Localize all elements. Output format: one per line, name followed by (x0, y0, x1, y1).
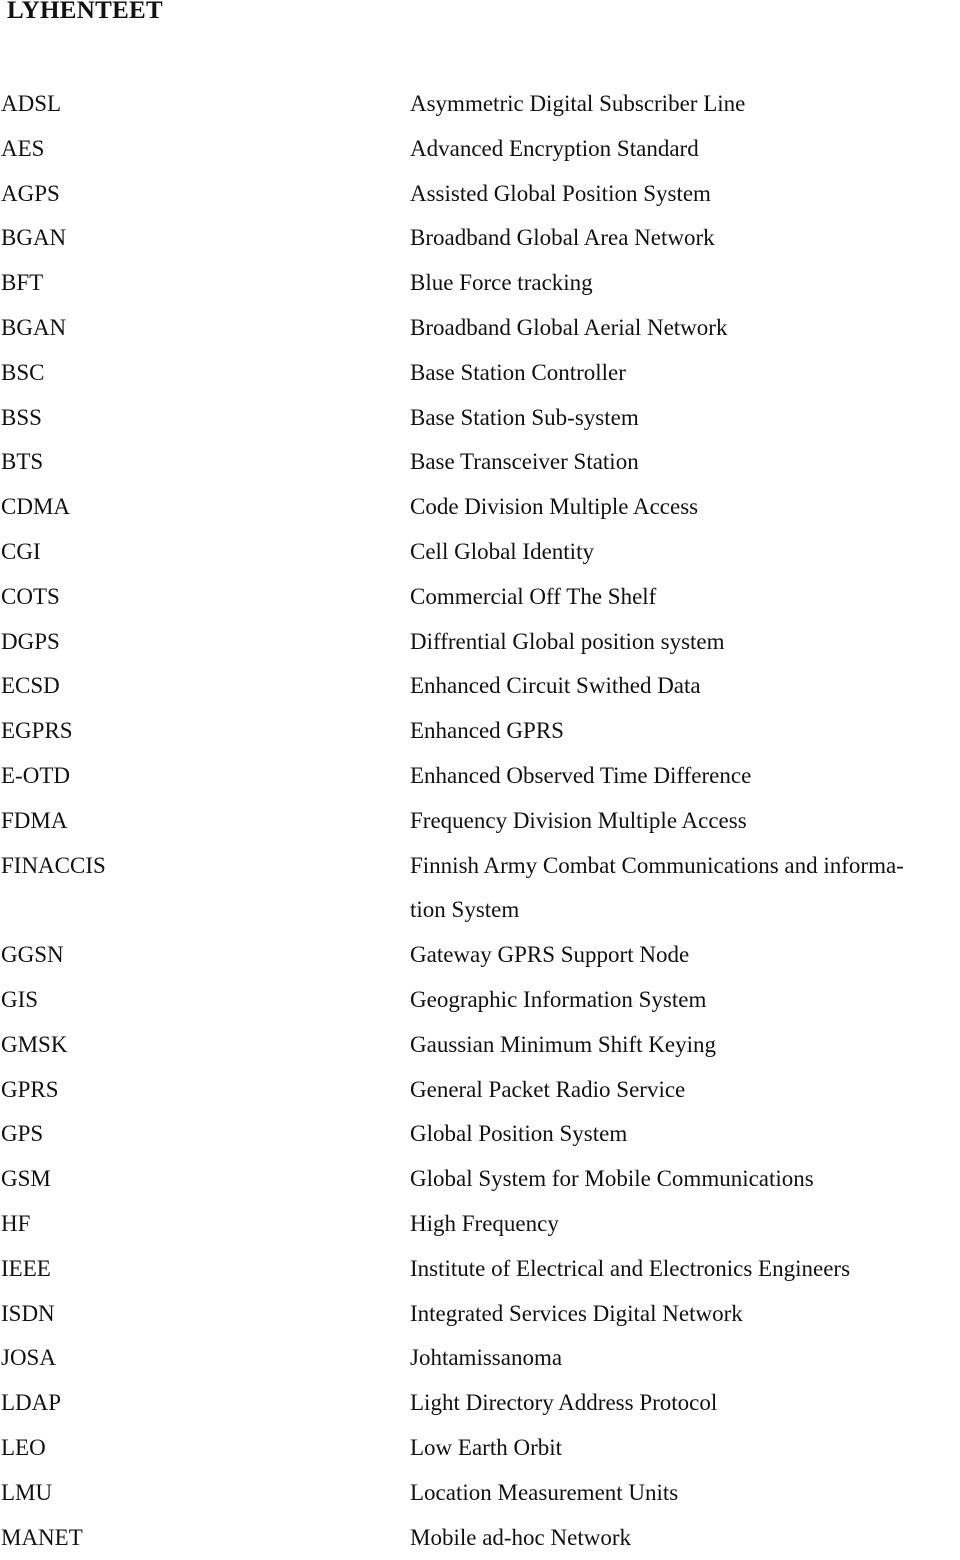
abbreviation-definition: Code Division Multiple Access (410, 485, 960, 530)
abbreviation-definition: High Frequency (410, 1202, 960, 1247)
abbreviation-term: BFT (0, 261, 410, 306)
abbreviation-definition: Enhanced Observed Time Difference (410, 754, 960, 799)
abbreviation-row: FDMAFrequency Division Multiple Access (0, 799, 960, 844)
abbreviation-term: GIS (0, 978, 410, 1023)
abbreviation-definition: Geographic Information System (410, 978, 960, 1023)
abbreviation-term: GMSK (0, 1023, 410, 1068)
abbreviation-row: BSCBase Station Controller (0, 351, 960, 396)
abbreviation-term: JOSA (0, 1336, 410, 1381)
abbreviation-list: ADSLAsymmetric Digital Subscriber LineAE… (0, 82, 960, 1560)
abbreviation-definition: Integrated Services Digital Network (410, 1292, 960, 1337)
abbreviation-row: ADSLAsymmetric Digital Subscriber Line (0, 82, 960, 127)
abbreviation-term: FDMA (0, 799, 410, 844)
abbreviation-row: CGICell Global Identity (0, 530, 960, 575)
abbreviation-row: DGPSDiffrential Global position system (0, 620, 960, 665)
abbreviation-row: AGPSAssisted Global Position System (0, 172, 960, 217)
abbreviation-row: IEEEInstitute of Electrical and Electron… (0, 1247, 960, 1292)
abbreviation-definition: Johtamissanoma (410, 1336, 960, 1381)
abbreviation-row: ECSDEnhanced Circuit Swithed Data (0, 664, 960, 709)
abbreviation-term: CGI (0, 530, 410, 575)
abbreviation-definition: Broadband Global Area Network (410, 216, 960, 261)
abbreviation-term: DGPS (0, 620, 410, 665)
abbreviation-row: BGANBroadband Global Aerial Network (0, 306, 960, 351)
abbreviation-term: E-OTD (0, 754, 410, 799)
abbreviation-row: GPRSGeneral Packet Radio Service (0, 1068, 960, 1113)
abbreviation-term: LMU (0, 1471, 410, 1516)
abbreviation-definition: Enhanced Circuit Swithed Data (410, 664, 960, 709)
abbreviation-row: LMULocation Measurement Units (0, 1471, 960, 1516)
abbreviation-row: CDMACode Division Multiple Access (0, 485, 960, 530)
abbreviation-definition: Broadband Global Aerial Network (410, 306, 960, 351)
abbreviation-term: EGPRS (0, 709, 410, 754)
abbreviation-row: GPSGlobal Position System (0, 1112, 960, 1157)
abbreviation-row: LDAPLight Directory Address Protocol (0, 1381, 960, 1426)
abbreviation-term: LEO (0, 1426, 410, 1471)
abbreviation-row: MANETMobile ad-hoc Network (0, 1516, 960, 1560)
abbreviation-row: BSSBase Station Sub-system (0, 396, 960, 441)
abbreviation-term: GSM (0, 1157, 410, 1202)
abbreviation-row: HFHigh Frequency (0, 1202, 960, 1247)
abbreviation-definition: Global Position System (410, 1112, 960, 1157)
abbreviation-row: GGSNGateway GPRS Support Node (0, 933, 960, 978)
abbreviation-term: ISDN (0, 1292, 410, 1337)
abbreviation-definition: Finnish Army Combat Communications and i… (410, 844, 960, 934)
abbreviation-row: BGANBroadband Global Area Network (0, 216, 960, 261)
abbreviation-row: FINACCISFinnish Army Combat Communicatio… (0, 844, 960, 934)
abbreviation-term: BSC (0, 351, 410, 396)
abbreviation-row: ISDNIntegrated Services Digital Network (0, 1292, 960, 1337)
abbreviation-definition: Diffrential Global position system (410, 620, 960, 665)
page-title: LYHENTEET (7, 0, 163, 28)
abbreviation-row: GISGeographic Information System (0, 978, 960, 1023)
abbreviation-definition: Assisted Global Position System (410, 172, 960, 217)
abbreviation-row: GMSKGaussian Minimum Shift Keying (0, 1023, 960, 1068)
abbreviation-definition: Low Earth Orbit (410, 1426, 960, 1471)
abbreviation-row: LEOLow Earth Orbit (0, 1426, 960, 1471)
abbreviation-term: ECSD (0, 664, 410, 709)
abbreviation-definition: Gateway GPRS Support Node (410, 933, 960, 978)
abbreviation-definition: Advanced Encryption Standard (410, 127, 960, 172)
abbreviation-row: AESAdvanced Encryption Standard (0, 127, 960, 172)
abbreviation-row: EGPRSEnhanced GPRS (0, 709, 960, 754)
abbreviation-definition: Base Station Controller (410, 351, 960, 396)
abbreviation-definition: Light Directory Address Protocol (410, 1381, 960, 1426)
abbreviation-term: MANET (0, 1516, 410, 1560)
abbreviation-term: AES (0, 127, 410, 172)
abbreviation-definition: Asymmetric Digital Subscriber Line (410, 82, 960, 127)
abbreviation-definition: Commercial Off The Shelf (410, 575, 960, 620)
abbreviation-term: ADSL (0, 82, 410, 127)
abbreviation-row: JOSAJohtamissanoma (0, 1336, 960, 1381)
abbreviation-definition: Location Measurement Units (410, 1471, 960, 1516)
abbreviation-term: GPRS (0, 1068, 410, 1113)
abbreviation-term: BSS (0, 396, 410, 441)
abbreviation-definition: Frequency Division Multiple Access (410, 799, 960, 844)
abbreviation-row: BFTBlue Force tracking (0, 261, 960, 306)
abbreviation-term: BGAN (0, 216, 410, 261)
abbreviation-row: E-OTDEnhanced Observed Time Difference (0, 754, 960, 799)
abbreviation-term: GPS (0, 1112, 410, 1157)
abbreviation-row: BTSBase Transceiver Station (0, 440, 960, 485)
abbreviation-definition: Enhanced GPRS (410, 709, 960, 754)
abbreviation-definition: General Packet Radio Service (410, 1068, 960, 1113)
abbreviation-definition: Blue Force tracking (410, 261, 960, 306)
abbreviation-definition: Global System for Mobile Communications (410, 1157, 960, 1202)
abbreviation-term: AGPS (0, 172, 410, 217)
abbreviation-definition: Base Station Sub-system (410, 396, 960, 441)
abbreviation-row: GSMGlobal System for Mobile Communicatio… (0, 1157, 960, 1202)
abbreviation-term: BTS (0, 440, 410, 485)
abbreviation-definition: Cell Global Identity (410, 530, 960, 575)
abbreviation-term: COTS (0, 575, 410, 620)
abbreviation-term: FINACCIS (0, 844, 410, 889)
abbreviation-row: COTSCommercial Off The Shelf (0, 575, 960, 620)
abbreviation-term: GGSN (0, 933, 410, 978)
abbreviation-definition: Institute of Electrical and Electronics … (410, 1247, 960, 1292)
abbreviation-definition: Gaussian Minimum Shift Keying (410, 1023, 960, 1068)
abbreviation-term: IEEE (0, 1247, 410, 1292)
abbreviation-term: BGAN (0, 306, 410, 351)
abbreviation-definition: Mobile ad-hoc Network (410, 1516, 960, 1560)
abbreviation-term: CDMA (0, 485, 410, 530)
abbreviation-definition: Base Transceiver Station (410, 440, 960, 485)
abbreviation-term: HF (0, 1202, 410, 1247)
abbreviation-term: LDAP (0, 1381, 410, 1426)
